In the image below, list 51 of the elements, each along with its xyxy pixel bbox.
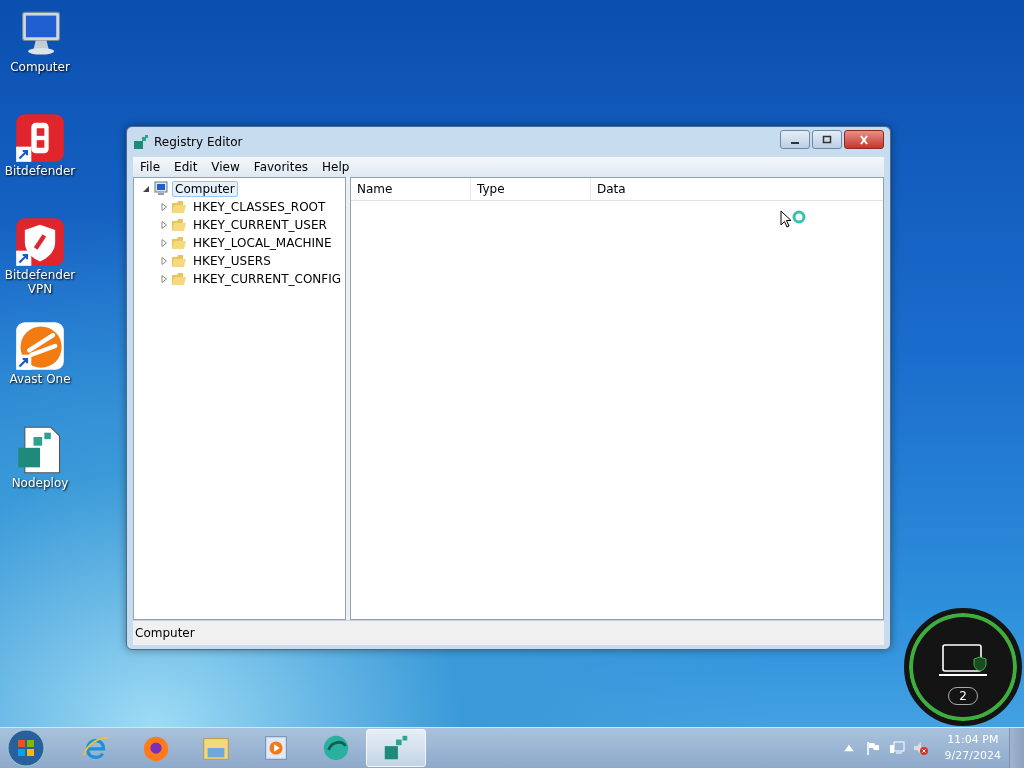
tree-item[interactable]: HKEY_USERS	[190, 253, 274, 269]
desktop-icon-label[interactable]: Avast One	[9, 372, 71, 386]
menu-item[interactable]: File	[135, 159, 166, 175]
round-app-icon	[321, 733, 351, 763]
swoosh-app-icon[interactable]	[14, 320, 66, 372]
start-button[interactable]	[6, 728, 46, 768]
desktop-icon-label[interactable]: Bitdefender VPN	[4, 268, 76, 296]
tree-item[interactable]: HKEY_LOCAL_MACHINE	[190, 235, 335, 251]
computer-icon	[153, 181, 169, 197]
close-button[interactable]	[844, 130, 884, 149]
maximize-button[interactable]	[812, 130, 842, 149]
menu-item[interactable]: Edit	[169, 159, 203, 175]
taskbar-app-button[interactable]	[366, 729, 426, 767]
security-widget[interactable]: 2	[904, 608, 1022, 726]
minimize-icon	[791, 141, 799, 144]
desktop-icon-label[interactable]: Bitdefender	[4, 164, 76, 178]
folder-icon	[171, 271, 187, 287]
expand-toggle-icon[interactable]	[142, 185, 150, 193]
laptop-shield-icon	[938, 643, 988, 679]
folder-icon	[171, 253, 187, 269]
folder-icon	[171, 217, 187, 233]
expand-toggle-icon[interactable]	[160, 275, 168, 283]
maximize-icon	[820, 134, 834, 145]
column-header[interactable]: Data	[591, 178, 883, 200]
menu-item[interactable]: View	[206, 159, 245, 175]
letter-app-icon[interactable]	[14, 112, 66, 164]
status-text: Computer	[135, 626, 195, 640]
expand-toggle-icon[interactable]	[160, 239, 168, 247]
tree-item[interactable]: Computer	[172, 181, 238, 197]
window-title: Registry Editor	[154, 135, 243, 149]
shield-app-icon[interactable]	[14, 216, 66, 268]
folder-icon	[171, 199, 187, 215]
menu-item[interactable]: Favorites	[248, 159, 314, 175]
expand-toggle-icon[interactable]	[160, 203, 168, 211]
close-icon	[857, 134, 871, 145]
flag-icon[interactable]	[864, 740, 881, 756]
minimize-button[interactable]	[780, 130, 810, 149]
expand-toggle-icon[interactable]	[160, 257, 168, 265]
muted-speaker-icon[interactable]	[912, 740, 929, 756]
desktop-icon-label[interactable]: Computer	[10, 60, 70, 74]
network-icon[interactable]	[888, 740, 905, 756]
column-header[interactable]: Type	[471, 178, 591, 200]
tree-item[interactable]: HKEY_CURRENT_CONFIG	[190, 271, 345, 287]
tree-item[interactable]: HKEY_CURRENT_USER	[190, 217, 330, 233]
expand-toggle-icon[interactable]	[160, 221, 168, 229]
folder-icon	[171, 235, 187, 251]
tree-item[interactable]: HKEY_CLASSES_ROOT	[190, 199, 329, 215]
registry-icon	[133, 134, 149, 150]
menu-item[interactable]: Help	[317, 159, 355, 175]
column-header[interactable]: Name	[351, 178, 471, 200]
busy-cursor-icon	[780, 210, 806, 230]
